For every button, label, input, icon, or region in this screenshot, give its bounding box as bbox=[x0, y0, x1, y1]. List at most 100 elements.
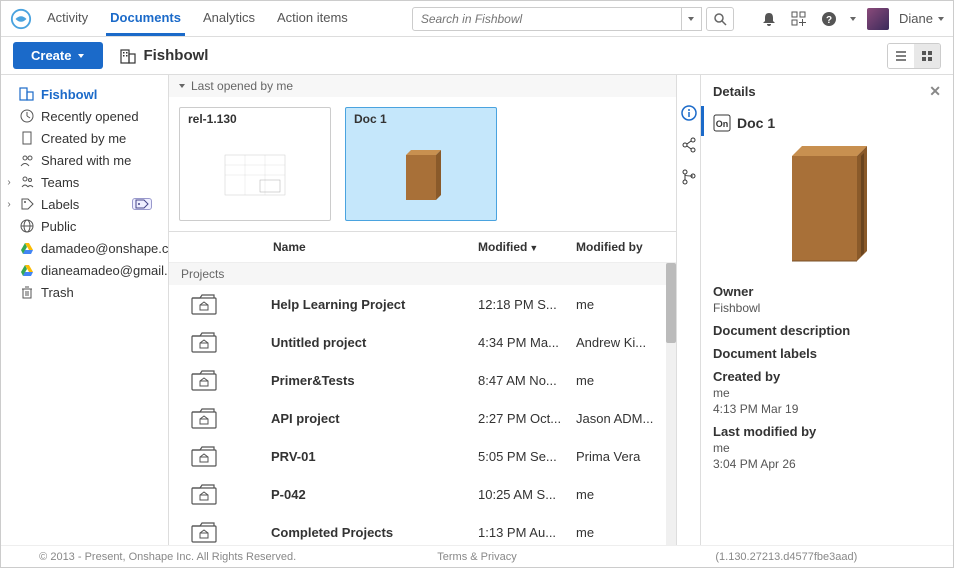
list-icon bbox=[894, 49, 908, 63]
create-label: Create bbox=[31, 48, 71, 63]
user-menu[interactable]: Diane bbox=[899, 11, 945, 26]
sidebar-item-recently-opened[interactable]: Recently opened bbox=[1, 105, 168, 127]
top-nav: Activity Documents Analytics Action item… bbox=[1, 1, 953, 37]
username-label: Diane bbox=[899, 11, 933, 26]
people-icon bbox=[19, 152, 35, 168]
row-name: Primer&Tests bbox=[271, 373, 478, 388]
box-3d-preview-icon bbox=[767, 141, 887, 271]
recent-section-label: Last opened by me bbox=[191, 79, 293, 93]
header-actions: ? Diane bbox=[759, 8, 945, 30]
table-row[interactable]: P-04210:25 AM S...me bbox=[169, 475, 676, 513]
user-avatar[interactable] bbox=[867, 8, 889, 30]
nav-tab-documents[interactable]: Documents bbox=[106, 2, 185, 36]
row-modified: 10:25 AM S... bbox=[478, 487, 576, 502]
box-3d-icon bbox=[386, 140, 456, 210]
row-modified-by: me bbox=[576, 297, 664, 312]
scrollbar-thumb[interactable] bbox=[666, 263, 676, 343]
table-row[interactable]: Help Learning Project12:18 PM S...me bbox=[169, 285, 676, 323]
apps-button[interactable] bbox=[789, 9, 809, 29]
doc-card-rel-1-130[interactable]: rel-1.130 bbox=[179, 107, 331, 221]
list-view-button[interactable] bbox=[888, 44, 914, 68]
caret-down-icon bbox=[687, 15, 695, 23]
share-button[interactable] bbox=[681, 137, 697, 153]
doc-icon bbox=[19, 130, 35, 146]
table-row[interactable]: Untitled project4:34 PM Ma...Andrew Ki..… bbox=[169, 323, 676, 361]
nav-tab-activity[interactable]: Activity bbox=[43, 2, 92, 36]
sidebar-item-label: dianeamadeo@gmail.c... bbox=[41, 263, 168, 278]
footer-version: (1.130.27213.d4577fbe3aad) bbox=[632, 551, 941, 563]
sidebar-item-gdrive-2[interactable]: dianeamadeo@gmail.c... bbox=[1, 259, 168, 281]
sidebar-item-label: Teams bbox=[41, 175, 79, 190]
info-button[interactable] bbox=[681, 105, 697, 121]
search-dropdown-toggle[interactable] bbox=[682, 7, 702, 31]
help-button[interactable]: ? bbox=[819, 9, 839, 29]
footer-terms-link[interactable]: Terms & Privacy bbox=[437, 551, 516, 563]
row-modified-by: me bbox=[576, 487, 664, 502]
chevron-right-icon: › bbox=[5, 199, 13, 210]
project-folder-icon bbox=[189, 367, 219, 393]
caret-down-icon bbox=[849, 15, 857, 23]
svg-text:On: On bbox=[716, 119, 729, 129]
gdrive-icon bbox=[19, 240, 35, 256]
sidebar-item-label: Trash bbox=[41, 285, 74, 300]
scrollbar-track[interactable] bbox=[666, 263, 676, 545]
doc-card-thumb bbox=[180, 130, 330, 220]
owner-value: Fishbowl bbox=[713, 301, 941, 315]
sidebar-item-gdrive-1[interactable]: damadeo@onshape.com bbox=[1, 237, 168, 259]
sidebar-item-trash[interactable]: Trash bbox=[1, 281, 168, 303]
description-label: Document description bbox=[713, 323, 941, 338]
apps-grid-icon bbox=[791, 11, 807, 27]
onshape-doc-icon: On bbox=[713, 114, 731, 132]
details-header: Details ✕ bbox=[713, 83, 941, 106]
sidebar-item-label: Fishbowl bbox=[41, 87, 97, 102]
help-icon: ? bbox=[821, 11, 837, 27]
created-by-label: Created by bbox=[713, 369, 941, 384]
modified-at-value: 3:04 PM Apr 26 bbox=[713, 457, 941, 471]
sidebar-item-teams[interactable]: › Teams bbox=[1, 171, 168, 193]
sidebar: Fishbowl Recently opened Created by me S… bbox=[1, 75, 169, 545]
globe-icon bbox=[19, 218, 35, 234]
row-name: P-042 bbox=[271, 487, 478, 502]
sidebar-item-created-by-me[interactable]: Created by me bbox=[1, 127, 168, 149]
sort-desc-icon: ▼ bbox=[529, 243, 538, 253]
app-logo[interactable] bbox=[9, 7, 33, 31]
content-area: Last opened by me rel-1.130 Doc 1 bbox=[169, 75, 677, 545]
nav-tab-action-items[interactable]: Action items bbox=[273, 2, 352, 36]
info-icon bbox=[681, 105, 697, 121]
notifications-button[interactable] bbox=[759, 9, 779, 29]
row-name: API project bbox=[271, 411, 478, 426]
create-button[interactable]: Create bbox=[13, 42, 103, 69]
versions-button[interactable] bbox=[681, 169, 697, 185]
recent-section-toggle[interactable]: Last opened by me bbox=[169, 75, 676, 97]
sidebar-item-public[interactable]: Public bbox=[1, 215, 168, 237]
row-modified-by: Jason ADM... bbox=[576, 411, 664, 426]
row-name: Completed Projects bbox=[271, 525, 478, 540]
nav-tab-analytics[interactable]: Analytics bbox=[199, 2, 259, 36]
sidebar-item-labels[interactable]: › Labels bbox=[1, 193, 168, 215]
search-button[interactable] bbox=[706, 7, 734, 31]
owner-label: Owner bbox=[713, 284, 941, 299]
table-header: Name Modified▼ Modified by bbox=[169, 232, 676, 263]
table-row[interactable]: Completed Projects1:13 PM Au...me bbox=[169, 513, 676, 545]
table-row[interactable]: PRV-015:05 PM Se...Prima Vera bbox=[169, 437, 676, 475]
column-modified-by[interactable]: Modified by bbox=[576, 240, 664, 254]
caret-down-icon bbox=[77, 52, 85, 60]
search-input[interactable] bbox=[412, 7, 682, 31]
building-icon bbox=[119, 47, 137, 65]
close-button[interactable]: ✕ bbox=[929, 83, 941, 100]
sidebar-item-shared-with-me[interactable]: Shared with me bbox=[1, 149, 168, 171]
grid-view-button[interactable] bbox=[914, 44, 940, 68]
column-modified-label: Modified bbox=[478, 240, 527, 254]
doc-card-doc-1[interactable]: Doc 1 bbox=[345, 107, 497, 221]
details-panel: Details ✕ On Doc 1 Owner Fishbowl Docume… bbox=[701, 75, 953, 545]
table-row[interactable]: Primer&Tests8:47 AM No...me bbox=[169, 361, 676, 399]
sidebar-item-fishbowl[interactable]: Fishbowl bbox=[1, 83, 168, 105]
row-modified: 2:27 PM Oct... bbox=[478, 411, 576, 426]
column-modified[interactable]: Modified▼ bbox=[478, 240, 576, 254]
row-modified: 12:18 PM S... bbox=[478, 297, 576, 312]
drawing-thumbnail-icon bbox=[205, 145, 305, 205]
search-icon bbox=[713, 12, 727, 26]
trash-icon bbox=[19, 284, 35, 300]
column-name[interactable]: Name bbox=[273, 240, 478, 254]
table-row[interactable]: API project2:27 PM Oct...Jason ADM... bbox=[169, 399, 676, 437]
